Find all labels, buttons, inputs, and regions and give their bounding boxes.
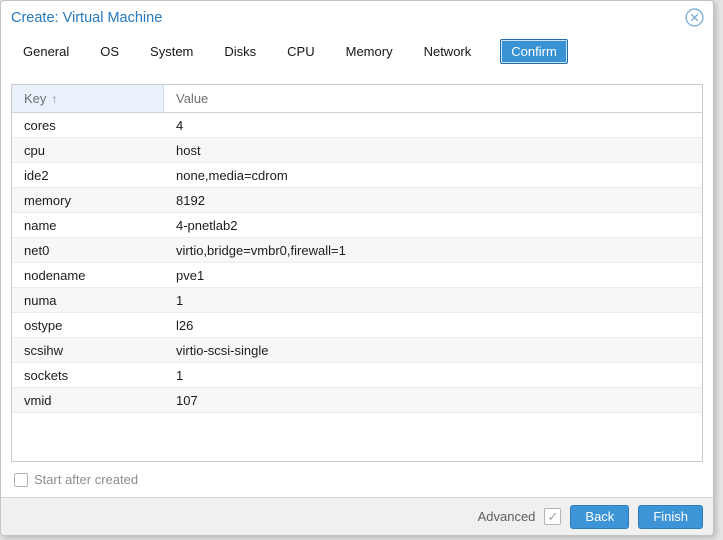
confirm-panel: Key ↑ Value cores 4 cpu host ide2 none,m… xyxy=(1,71,713,487)
start-after-created-checkbox[interactable] xyxy=(14,472,28,487)
row-value: 8192 xyxy=(176,192,205,208)
row-key: cores xyxy=(24,117,56,133)
row-key: memory xyxy=(24,192,71,208)
tab-general[interactable]: General xyxy=(21,39,71,64)
row-key: name xyxy=(24,217,57,233)
table-row[interactable]: nodename pve1 xyxy=(12,263,702,288)
column-header-value[interactable]: Value xyxy=(164,85,702,112)
row-value: host xyxy=(176,142,201,158)
row-value: 1 xyxy=(176,292,184,308)
row-value: 4 xyxy=(176,117,184,133)
close-icon[interactable] xyxy=(685,8,704,27)
back-button[interactable]: Back xyxy=(570,504,630,529)
tab-memory[interactable]: Memory xyxy=(344,39,395,64)
table-row[interactable]: vmid 107 xyxy=(12,388,702,413)
tab-confirm[interactable]: Confirm xyxy=(500,39,568,64)
tab-cpu[interactable]: CPU xyxy=(285,39,316,64)
create-vm-dialog: Create: Virtual Machine General OS Syste… xyxy=(0,0,714,536)
dialog-title: Create: Virtual Machine xyxy=(11,10,163,26)
tab-disks[interactable]: Disks xyxy=(222,39,258,64)
column-header-key[interactable]: Key ↑ xyxy=(12,85,164,112)
row-key: numa xyxy=(24,292,57,308)
tab-bar: General OS System Disks CPU Memory Netwo… xyxy=(1,32,713,71)
table-row[interactable]: net0 virtio,bridge=vmbr0,firewall=1 xyxy=(12,238,702,263)
row-key: scsihw xyxy=(24,342,64,358)
table-row[interactable]: name 4-pnetlab2 xyxy=(12,213,702,238)
key-column-label: Key xyxy=(24,91,47,106)
finish-button[interactable]: Finish xyxy=(638,504,703,529)
row-value: 4-pnetlab2 xyxy=(176,217,238,233)
row-value: l26 xyxy=(176,317,194,333)
sort-asc-icon: ↑ xyxy=(51,91,58,106)
row-key: ide2 xyxy=(24,167,49,183)
row-key: cpu xyxy=(24,142,45,158)
row-key: vmid xyxy=(24,392,52,408)
table-row[interactable]: memory 8192 xyxy=(12,188,702,213)
tab-system[interactable]: System xyxy=(148,39,195,64)
row-value: none,media=cdrom xyxy=(176,167,288,183)
dialog-header: Create: Virtual Machine xyxy=(1,1,713,32)
advanced-label: Advanced xyxy=(477,509,536,524)
table-row[interactable]: cpu host xyxy=(12,138,702,163)
row-value: virtio,bridge=vmbr0,firewall=1 xyxy=(176,242,346,258)
value-column-label: Value xyxy=(176,91,209,106)
tab-network[interactable]: Network xyxy=(422,39,474,64)
advanced-checkbox[interactable]: ✓ xyxy=(544,508,562,525)
tab-os[interactable]: OS xyxy=(98,39,121,64)
table-row[interactable]: cores 4 xyxy=(12,113,702,138)
start-after-created-label: Start after created xyxy=(34,472,139,487)
row-key: net0 xyxy=(24,242,50,258)
row-value: 107 xyxy=(176,392,198,408)
row-key: ostype xyxy=(24,317,63,333)
table-row[interactable]: ostype l26 xyxy=(12,313,702,338)
dialog-footer: Advanced ✓ Back Finish xyxy=(1,497,713,535)
table-row[interactable]: numa 1 xyxy=(12,288,702,313)
table-header: Key ↑ Value xyxy=(12,85,702,113)
row-value: virtio-scsi-single xyxy=(176,342,269,358)
table-row[interactable]: sockets 1 xyxy=(12,363,702,388)
table-row[interactable]: scsihw virtio-scsi-single xyxy=(12,338,702,363)
start-after-created-option: Start after created xyxy=(14,472,703,487)
settings-table: Key ↑ Value cores 4 cpu host ide2 none,m… xyxy=(11,84,703,462)
row-key: nodename xyxy=(24,267,86,283)
row-value: pve1 xyxy=(176,267,205,283)
table-row[interactable]: ide2 none,media=cdrom xyxy=(12,163,702,188)
row-value: 1 xyxy=(176,367,184,383)
row-key: sockets xyxy=(24,367,69,383)
